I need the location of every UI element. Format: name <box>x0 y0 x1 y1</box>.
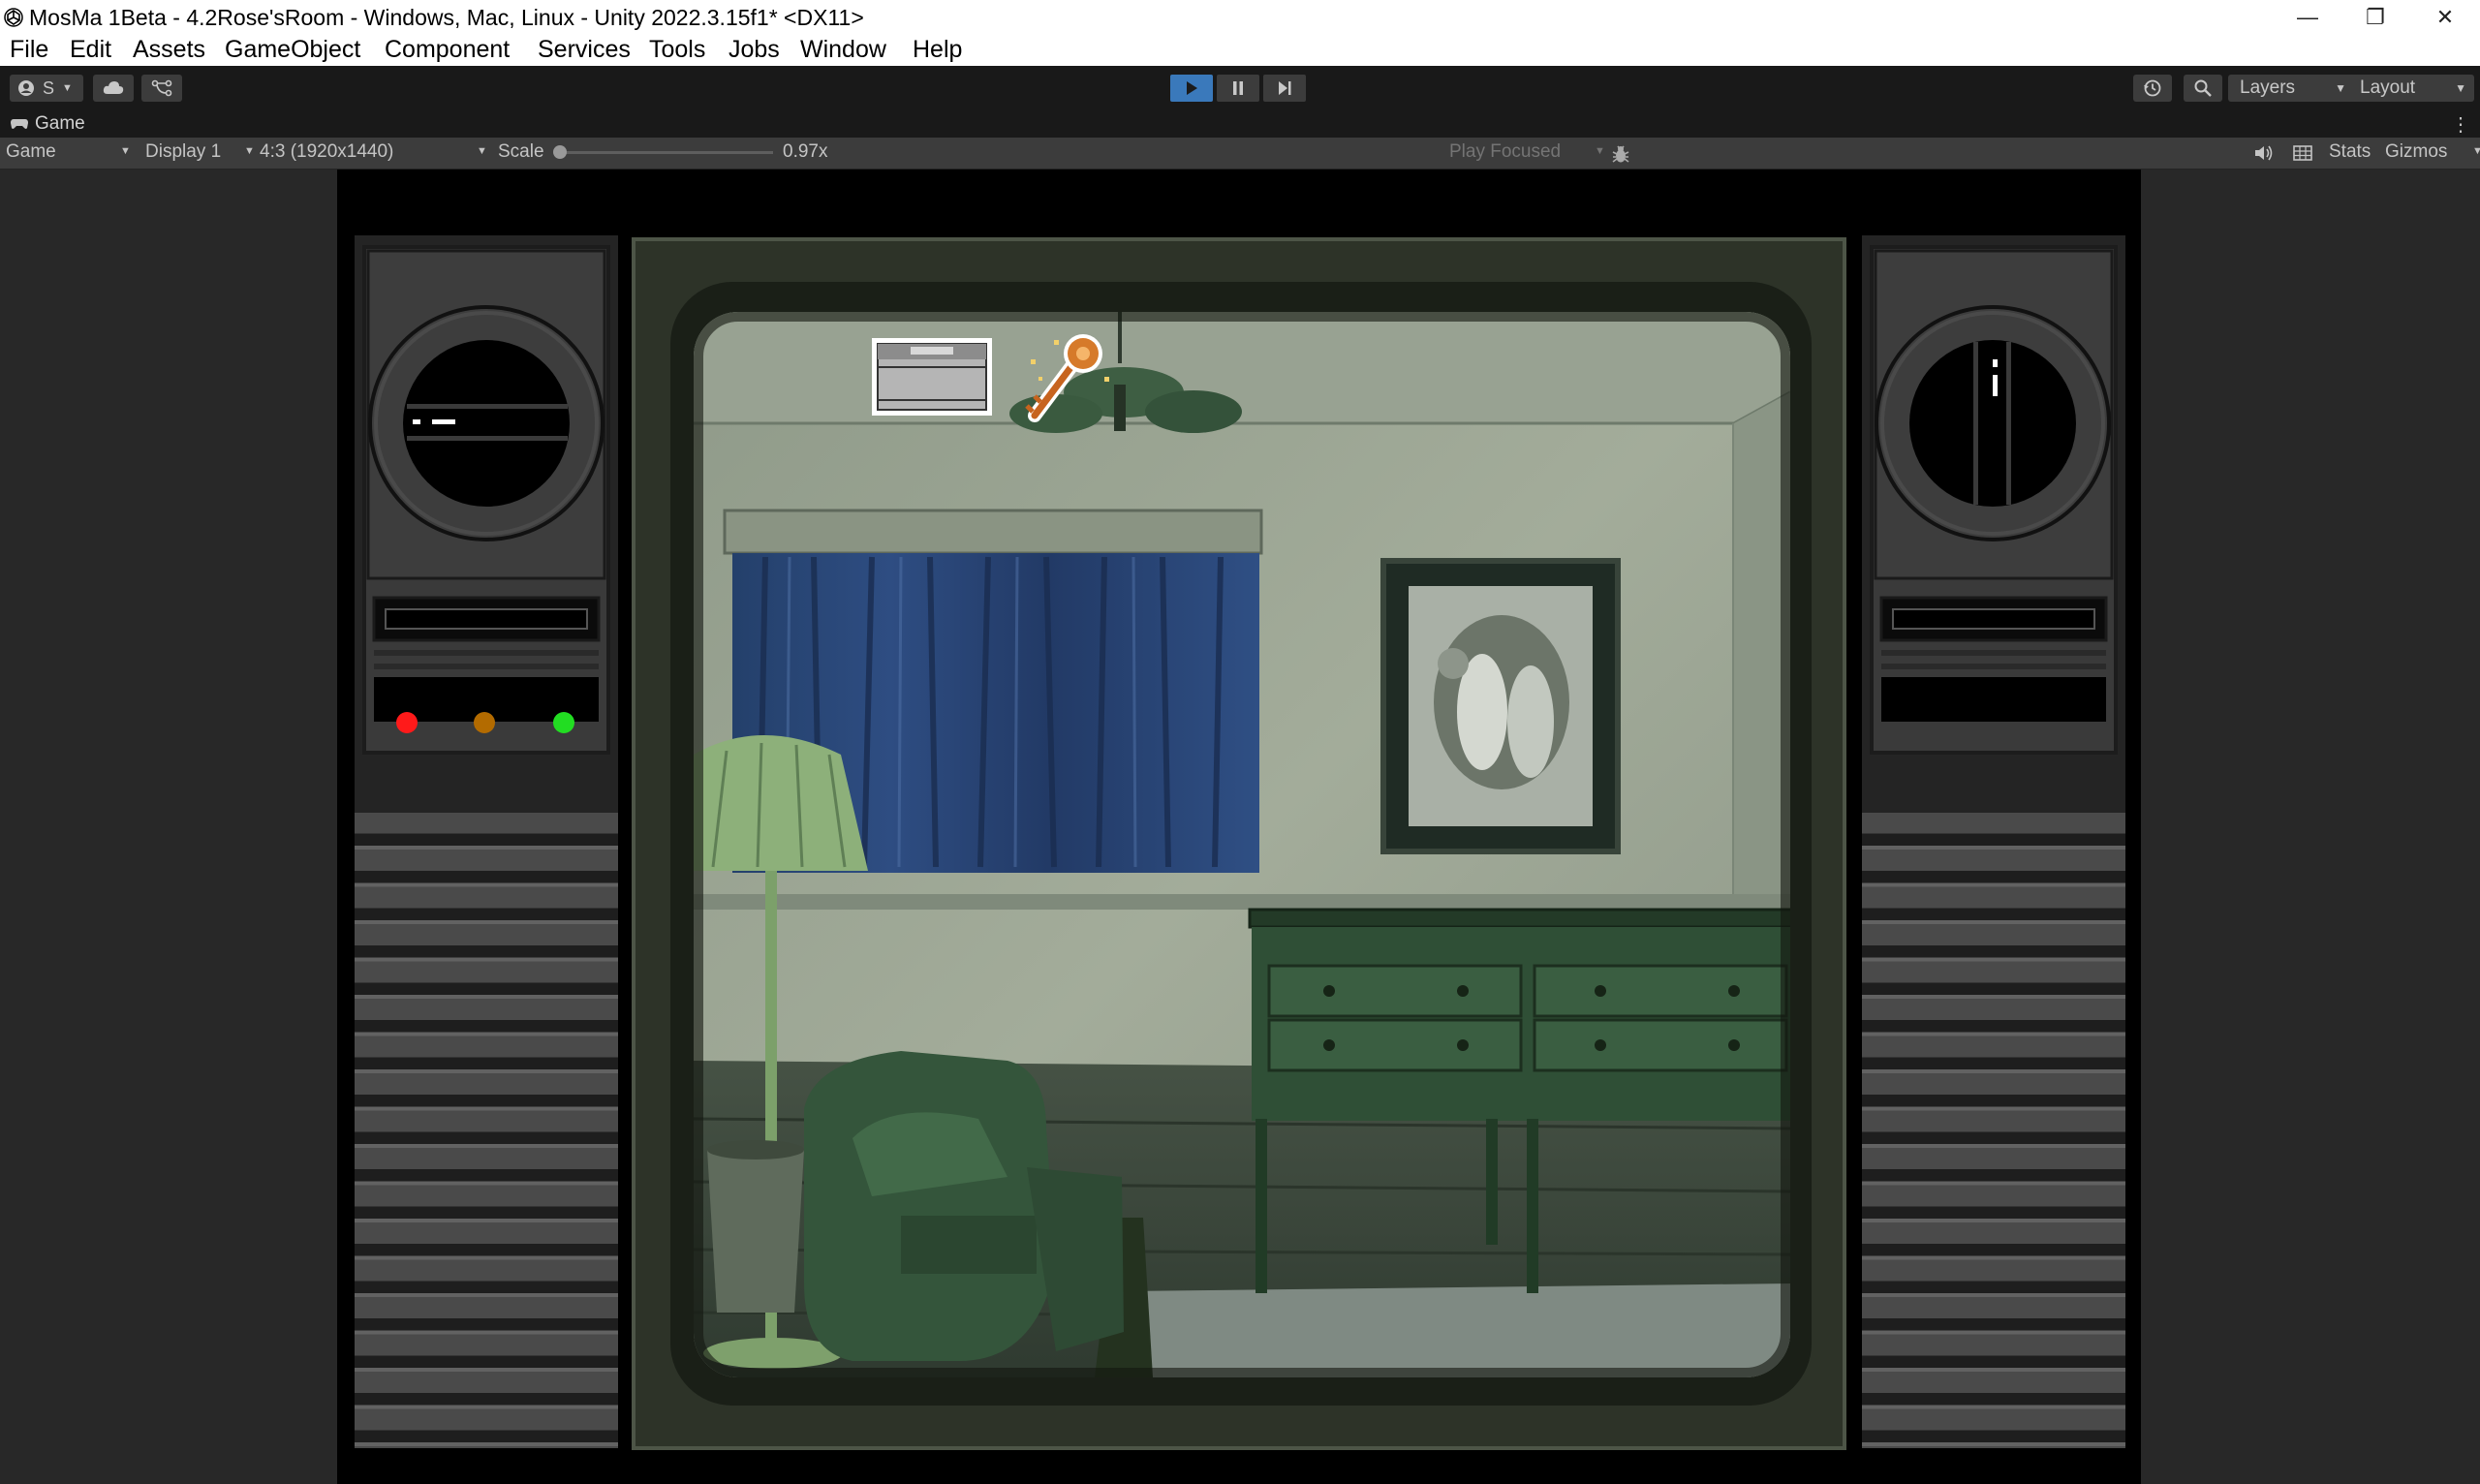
play-button[interactable] <box>1170 75 1213 102</box>
scale-value: 0.97x <box>783 141 828 162</box>
menu-gameobject[interactable]: GameObject <box>225 36 360 64</box>
cloud-button[interactable] <box>93 75 134 102</box>
main-toolbar: S ▼ Layers ▼ Layout ▼ <box>0 66 2480 110</box>
view-mode-label: Game <box>6 141 56 162</box>
pause-button[interactable] <box>1217 75 1259 102</box>
stats-button[interactable]: Stats <box>2329 141 2371 163</box>
red-light-icon <box>396 712 418 733</box>
scale-slider-track[interactable] <box>553 145 773 159</box>
bug-icon <box>1612 145 1629 163</box>
search-icon <box>2194 79 2212 97</box>
undo-history-button[interactable] <box>2133 75 2172 102</box>
tab-game-label: Game <box>35 113 85 134</box>
menu-bar: File Edit Assets GameObject Component Se… <box>0 35 2480 67</box>
step-icon <box>1279 81 1291 95</box>
scale-label: Scale <box>498 141 544 162</box>
chevron-down-icon: ▼ <box>1595 145 1605 157</box>
menu-edit[interactable]: Edit <box>70 36 111 64</box>
debug-bug-button[interactable] <box>1610 143 1637 165</box>
version-control-button[interactable] <box>141 75 182 102</box>
account-dropdown[interactable]: S ▼ <box>10 75 83 102</box>
play-icon <box>1187 81 1197 95</box>
layout-label: Layout <box>2360 77 2416 98</box>
menu-jobs[interactable]: Jobs <box>728 36 780 64</box>
pause-icon <box>1233 81 1243 95</box>
play-focused-dropdown[interactable]: Play Focused ▼ <box>1449 141 1605 163</box>
step-button[interactable] <box>1263 75 1306 102</box>
unity-logo-icon <box>4 8 23 27</box>
green-light-icon <box>553 712 574 733</box>
speaker-icon <box>2255 145 2273 161</box>
chevron-down-icon: ▼ <box>120 145 131 157</box>
chevron-down-icon: ▼ <box>62 82 73 94</box>
layers-label: Layers <box>2240 77 2296 98</box>
room-scene <box>694 312 1790 1377</box>
layout-dropdown[interactable]: Layout ▼ <box>2348 75 2474 102</box>
aspect-label: 4:3 (1920x1440) <box>260 141 394 162</box>
chevron-down-icon: ▼ <box>2335 81 2346 95</box>
game-render <box>337 170 2141 1484</box>
menu-file[interactable]: File <box>10 36 48 64</box>
menu-assets[interactable]: Assets <box>133 36 205 64</box>
scale-slider-thumb[interactable] <box>553 145 567 159</box>
window-titlebar: MosMa 1Beta - 4.2Rose'sRoom - Windows, M… <box>0 0 2480 35</box>
grid-icon <box>2293 145 2312 161</box>
minimize-button[interactable]: — <box>2273 0 2342 35</box>
tab-game[interactable]: Game <box>0 110 85 138</box>
menu-window[interactable]: Window <box>800 36 886 64</box>
display-dropdown[interactable]: Display 1 ▼ <box>145 141 255 163</box>
account-label: S <box>43 77 55 98</box>
chevron-down-icon: ▼ <box>2472 145 2480 157</box>
amber-light-icon <box>474 712 495 733</box>
menu-services[interactable]: Services <box>538 36 631 64</box>
chevron-down-icon: ▼ <box>244 145 255 157</box>
gizmos-label: Gizmos <box>2385 141 2448 162</box>
aspect-dropdown[interactable]: 4:3 (1920x1440) ▼ <box>260 141 487 163</box>
tab-bar: Game ⋮ <box>0 110 2480 138</box>
display-label: Display 1 <box>145 141 222 162</box>
tab-options-icon[interactable]: ⋮ <box>2451 112 2470 136</box>
account-icon <box>18 80 34 96</box>
game-viewport[interactable] <box>0 170 2480 1484</box>
layers-dropdown[interactable]: Layers ▼ <box>2228 75 2354 102</box>
version-control-icon <box>151 79 172 97</box>
menu-tools[interactable]: Tools <box>649 36 705 64</box>
left-side-panel <box>355 235 618 1448</box>
chevron-down-icon: ▼ <box>2455 81 2466 95</box>
close-icon: ✕ <box>2435 5 2455 29</box>
view-mode-dropdown[interactable]: Game ▼ <box>6 141 131 163</box>
restore-button[interactable]: ❐ <box>2340 0 2410 35</box>
gamepad-icon <box>11 119 28 129</box>
gizmos-dropdown[interactable]: Gizmos ▼ <box>2385 141 2480 163</box>
search-button[interactable] <box>2184 75 2222 102</box>
menu-help[interactable]: Help <box>913 36 962 64</box>
menu-component[interactable]: Component <box>385 36 510 64</box>
mute-audio-button[interactable] <box>2253 143 2275 165</box>
right-side-panel <box>1862 235 2125 1448</box>
minimize-icon: — <box>2297 5 2318 29</box>
inventory-box-icon[interactable] <box>872 338 992 416</box>
cloud-icon <box>103 81 124 94</box>
restore-icon: ❐ <box>2366 5 2385 29</box>
window-title: MosMa 1Beta - 4.2Rose'sRoom - Windows, M… <box>29 5 864 30</box>
play-focused-label: Play Focused <box>1449 141 1562 162</box>
stats-toggle-button[interactable] <box>2292 143 2313 165</box>
close-button[interactable]: ✕ <box>2410 0 2480 35</box>
chevron-down-icon: ▼ <box>477 145 487 157</box>
game-view-toolbar: Game ▼ Display 1 ▼ 4:3 (1920x1440) ▼ Sca… <box>0 138 2480 170</box>
history-icon <box>2144 79 2161 97</box>
